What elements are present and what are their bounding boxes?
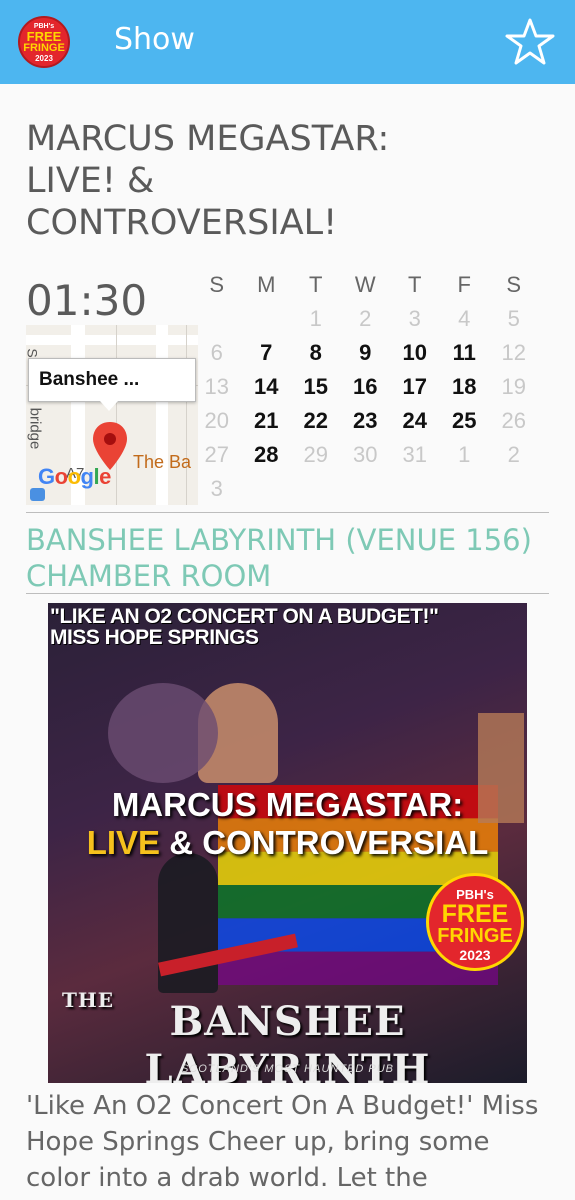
calendar-day: 12	[501, 340, 526, 365]
poster-quote-line-2: MISS HOPE SPRINGS	[50, 626, 259, 649]
app-bar: PBH's FREE FRINGE 2023 Show	[0, 0, 575, 84]
show-calendar: SMTWTFS 1 2 3 4 5 6 7 8 9 10 11 12 13 14 15 16 17 18 19 20 2…	[192, 268, 547, 506]
calendar-day: 1	[309, 306, 322, 331]
map-line	[116, 325, 117, 505]
calendar-day: 1	[458, 442, 471, 467]
calendar-day	[390, 472, 440, 506]
logo-line-4: 2023	[35, 54, 53, 63]
calendar-day-performance[interactable]: 14	[242, 370, 292, 404]
show-time: 01:30	[26, 276, 148, 325]
calendar-weekday: M	[257, 272, 276, 297]
map-line	[186, 325, 187, 505]
calendar-body: 1 2 3 4 5 6 7 8 9 10 11 12 13 14 15 16 17 18 19 20 21 22 23 24 2…	[192, 302, 547, 506]
calendar-weekday: W	[354, 272, 376, 297]
calendar-day: 30	[353, 442, 378, 467]
badge-line-2: FREE	[441, 900, 509, 928]
calendar-day-performance[interactable]: 10	[390, 336, 440, 370]
calendar-day-performance[interactable]: 16	[341, 370, 391, 404]
map-street-label: bridge	[26, 407, 44, 450]
calendar-week-row: 6 7 8 9 10 11 12	[192, 336, 547, 370]
map-road	[156, 325, 168, 505]
divider	[26, 593, 549, 594]
calendar-day: 6	[210, 340, 223, 365]
calendar-day-performance[interactable]: 17	[390, 370, 440, 404]
star-outline-icon[interactable]	[505, 17, 555, 67]
venue-map[interactable]: The Ba A7 Google S bridge	[26, 325, 198, 505]
calendar-day	[440, 472, 490, 506]
calendar-weekday: S	[506, 272, 522, 297]
calendar-week-row: 20 21 22 23 24 25 26	[192, 404, 547, 438]
venue-name[interactable]: BANSHEE LABYRINTH (VENUE 156) CHAMBER RO…	[26, 522, 546, 594]
google-attribution: Google	[38, 464, 111, 489]
calendar-weekday: S	[209, 272, 225, 297]
calendar-day-performance[interactable]: 24	[390, 404, 440, 438]
screen-title: Show	[114, 22, 195, 57]
poster-tagline: SCOTLAND'S MOST HAUNTED PUB	[180, 1063, 395, 1075]
calendar-day-performance[interactable]: 25	[440, 404, 490, 438]
calendar-day	[341, 472, 391, 506]
poster-headline-rest: & CONTROVERSIAL	[160, 824, 489, 861]
calendar-day: 2	[507, 442, 520, 467]
show-title: MARCUS MEGASTAR: LIVE! & CONTROVERSIAL!	[26, 119, 390, 243]
calendar-day-performance[interactable]: 15	[291, 370, 341, 404]
calendar-day: 3	[210, 476, 223, 501]
poster-venue-the: THE	[62, 988, 115, 1012]
calendar-day: 27	[204, 442, 229, 467]
calendar-day: 5	[507, 306, 520, 331]
poster-headline-line-1: MARCUS MEGASTAR:	[111, 786, 464, 823]
poster-quote: "LIKE AN O2 CONCERT ON A BUDGET!" MISS H…	[50, 606, 525, 648]
calendar-day-performance[interactable]: 18	[440, 370, 490, 404]
calendar-weekday: F	[457, 272, 471, 297]
map-place-label: The Ba	[133, 452, 192, 472]
transit-icon	[30, 488, 45, 501]
divider	[26, 512, 549, 513]
map-street-label-2: S	[26, 348, 41, 358]
calendar-day: 19	[501, 374, 526, 399]
calendar-day	[489, 472, 539, 506]
calendar-day-performance[interactable]: 23	[341, 404, 391, 438]
calendar-day: 3	[408, 306, 421, 331]
calendar-day-performance[interactable]: 21	[242, 404, 292, 438]
poster-headline-live: LIVE	[86, 824, 161, 861]
calendar-day-performance[interactable]: 28	[242, 438, 292, 472]
calendar-weekday: T	[309, 272, 323, 297]
calendar-week-row: 3	[192, 472, 547, 506]
calendar-day-performance[interactable]: 22	[291, 404, 341, 438]
calendar-day: 29	[303, 442, 328, 467]
logo-line-3: FRINGE	[23, 42, 65, 54]
show-description: 'Like An O2 Concert On A Budget!' Miss H…	[26, 1091, 539, 1193]
calendar-day-performance[interactable]: 9	[341, 336, 391, 370]
poster-headline: MARCUS MEGASTAR: LIVE & CONTROVERSIAL	[48, 786, 527, 862]
calendar-day-performance[interactable]: 7	[242, 336, 292, 370]
tooltip-arrow	[100, 401, 118, 411]
poster-quote-line-1: "LIKE AN O2 CONCERT ON A BUDGET!"	[50, 605, 439, 628]
calendar-weekday: T	[408, 272, 422, 297]
show-poster-image: "LIKE AN O2 CONCERT ON A BUDGET!" MISS H…	[48, 603, 527, 1083]
calendar-week-row: 1 2 3 4 5	[192, 302, 547, 336]
calendar-day: 20	[204, 408, 229, 433]
calendar-day	[242, 472, 292, 506]
calendar-day	[291, 472, 341, 506]
map-venue-tooltip[interactable]: Banshee ...	[28, 358, 196, 402]
poster-fringe-badge: PBH's FREE FRINGE 2023	[426, 873, 524, 971]
calendar-day	[242, 302, 292, 336]
badge-line-4: 2023	[459, 947, 491, 963]
calendar-week-row: 13 14 15 16 17 18 19	[192, 370, 547, 404]
calendar-day: 26	[501, 408, 526, 433]
badge-line-3: FRINGE	[437, 925, 513, 947]
calendar-weekday-row: SMTWTFS	[192, 268, 547, 302]
calendar-day: 13	[204, 374, 229, 399]
poster-headline-line-2: LIVE & CONTROVERSIAL	[48, 824, 527, 862]
poster-performer-portrait	[108, 683, 218, 783]
fringe-logo[interactable]: PBH's FREE FRINGE 2023	[18, 16, 70, 68]
calendar-day	[192, 302, 242, 336]
calendar-day: 31	[402, 442, 427, 467]
calendar-day: 4	[458, 306, 471, 331]
calendar-day-performance[interactable]: 11	[440, 336, 490, 370]
calendar-week-row: 27 28 29 30 31 1 2	[192, 438, 547, 472]
calendar-day-performance[interactable]: 8	[291, 336, 341, 370]
calendar-day: 2	[359, 306, 372, 331]
map-road	[26, 335, 198, 345]
